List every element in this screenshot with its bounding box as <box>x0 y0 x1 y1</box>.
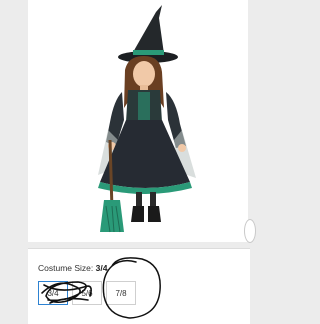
product-image-panel[interactable] <box>28 0 248 242</box>
scroll-handle-icon[interactable] <box>244 219 256 243</box>
size-option-5-6[interactable]: 5/6 <box>72 281 102 305</box>
size-option-7-8[interactable]: 7/8 <box>106 281 136 305</box>
size-label: Costume Size: 3/4 <box>38 263 107 273</box>
size-selector-panel: Costume Size: 3/4 3/4 5/6 7/8 <box>28 248 250 324</box>
selected-size-value: 3/4 <box>95 263 108 273</box>
witch-costume-photo-icon <box>28 0 248 242</box>
size-label-text: Costume Size: <box>38 263 96 273</box>
size-option-3-4[interactable]: 3/4 <box>38 281 68 305</box>
product-page: Costume Size: 3/4 3/4 5/6 7/8 <box>0 0 256 324</box>
left-gutter <box>0 0 28 242</box>
